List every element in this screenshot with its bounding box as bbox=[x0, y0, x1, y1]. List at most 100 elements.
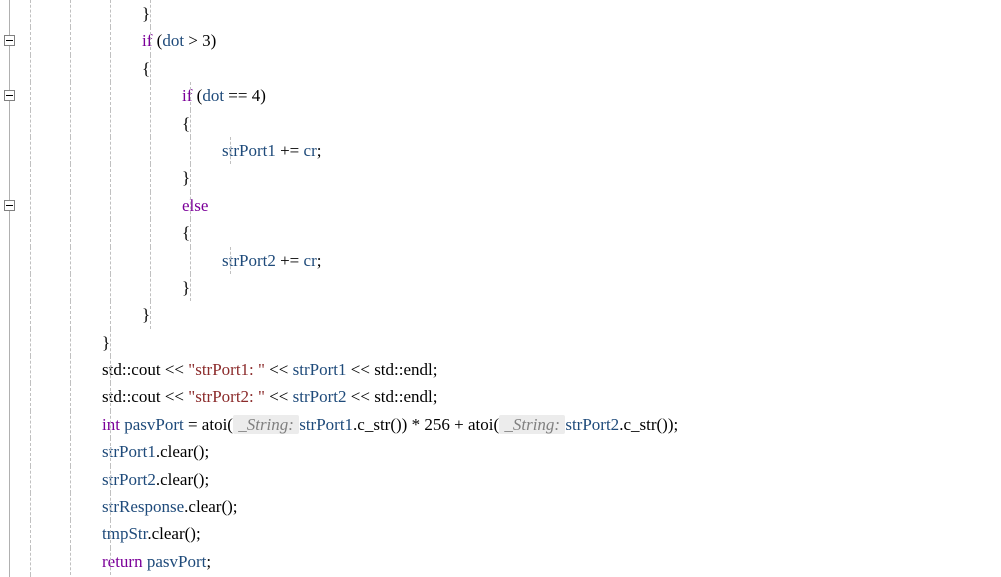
indent-guide bbox=[110, 137, 111, 164]
indent-guide bbox=[30, 247, 31, 274]
code-line[interactable]: tmpStr.clear(); bbox=[22, 520, 1001, 547]
code-line[interactable]: if (dot > 3) bbox=[22, 27, 1001, 54]
code-token: dot bbox=[162, 31, 184, 50]
code-token: << bbox=[165, 360, 184, 379]
code-token: endl bbox=[403, 360, 432, 379]
indent-guide bbox=[30, 192, 31, 219]
indent-guide bbox=[70, 27, 71, 54]
code-line[interactable]: } bbox=[22, 0, 1001, 27]
code-token: ; bbox=[433, 360, 438, 379]
code-line[interactable]: strPort1 += cr; bbox=[22, 137, 1001, 164]
indent-guide bbox=[150, 27, 151, 54]
indent-guide bbox=[70, 411, 71, 438]
indent-guide bbox=[30, 383, 31, 410]
code-token: ; bbox=[204, 470, 209, 489]
code-area[interactable]: } if (dot > 3) { if (dot == 4) { strPort1 += … bbox=[22, 0, 1001, 577]
indent-guide bbox=[110, 274, 111, 301]
indent-guide bbox=[30, 493, 31, 520]
indent-guide bbox=[190, 164, 191, 191]
indent-guide bbox=[110, 301, 111, 328]
indent-guide bbox=[30, 219, 31, 246]
indent-guide bbox=[110, 164, 111, 191]
indent-guide bbox=[70, 164, 71, 191]
indent-guide bbox=[30, 411, 31, 438]
code-line[interactable]: { bbox=[22, 55, 1001, 82]
code-token: << bbox=[351, 360, 370, 379]
code-token: = bbox=[188, 415, 198, 434]
indent-guide bbox=[30, 329, 31, 356]
code-token: cout bbox=[131, 387, 160, 406]
fold-toggle-collapse-icon[interactable] bbox=[4, 90, 15, 101]
code-line[interactable]: { bbox=[22, 110, 1001, 137]
fold-end-icon bbox=[9, 571, 17, 577]
indent-guide bbox=[110, 82, 111, 109]
indent-guide bbox=[30, 27, 31, 54]
code-line[interactable]: strResponse.clear(); bbox=[22, 493, 1001, 520]
code-line[interactable]: if (dot == 4) bbox=[22, 82, 1001, 109]
code-token: { bbox=[182, 223, 190, 242]
code-token: else bbox=[182, 196, 208, 215]
indent-guide bbox=[30, 0, 31, 27]
indent-guide bbox=[110, 219, 111, 246]
code-token: } bbox=[182, 278, 190, 297]
code-editor[interactable]: } if (dot > 3) { if (dot == 4) { strPort1 += … bbox=[0, 0, 1001, 577]
indent-guide bbox=[150, 0, 151, 27]
code-token: std bbox=[102, 360, 122, 379]
indent-guide bbox=[70, 356, 71, 383]
code-token: c_str bbox=[623, 415, 656, 434]
code-line[interactable]: return pasvPort; bbox=[22, 548, 1001, 575]
code-line[interactable]: } bbox=[22, 329, 1001, 356]
code-token: clear bbox=[160, 442, 193, 461]
indent-guide bbox=[70, 383, 71, 410]
indent-guide bbox=[110, 27, 111, 54]
indent-guide bbox=[70, 82, 71, 109]
code-line[interactable]: strPort1.clear(); bbox=[22, 438, 1001, 465]
code-line[interactable]: else bbox=[22, 192, 1001, 219]
code-token: { bbox=[142, 59, 150, 78]
indent-guide bbox=[70, 548, 71, 575]
code-token: 4 bbox=[252, 86, 261, 105]
inlay-hint: _String: bbox=[233, 415, 299, 434]
code-line[interactable]: } bbox=[22, 164, 1001, 191]
code-line[interactable]: { bbox=[22, 219, 1001, 246]
code-line[interactable]: int pasvPort = atoi( _String: strPort1.c… bbox=[22, 411, 1001, 438]
code-token: + bbox=[454, 415, 464, 434]
indent-guide bbox=[110, 466, 111, 493]
code-token: ) bbox=[260, 86, 266, 105]
code-token: () bbox=[390, 415, 401, 434]
code-token: :: bbox=[122, 387, 131, 406]
code-token: == bbox=[228, 86, 247, 105]
code-token: () bbox=[193, 442, 204, 461]
code-line[interactable]: std::cout << "strPort2: " << strPort2 <<… bbox=[22, 383, 1001, 410]
code-line[interactable]: std::cout << "strPort1: " << strPort1 <<… bbox=[22, 356, 1001, 383]
code-token: :: bbox=[122, 360, 131, 379]
code-token: << bbox=[269, 387, 288, 406]
indent-guide bbox=[110, 0, 111, 27]
code-token: strPort1 bbox=[293, 360, 347, 379]
code-token: { bbox=[182, 114, 190, 133]
indent-guide bbox=[150, 110, 151, 137]
fold-toggle-collapse-icon[interactable] bbox=[4, 200, 15, 211]
code-token: } bbox=[142, 305, 150, 324]
code-line[interactable]: } bbox=[22, 274, 1001, 301]
fold-toggle-collapse-icon[interactable] bbox=[4, 35, 15, 46]
code-line[interactable]: } bbox=[22, 301, 1001, 328]
code-line[interactable]: strPort2 += cr; bbox=[22, 247, 1001, 274]
indent-guide bbox=[150, 164, 151, 191]
code-token: } bbox=[142, 4, 150, 23]
indent-guide bbox=[70, 301, 71, 328]
indent-guide bbox=[150, 192, 151, 219]
indent-guide bbox=[30, 356, 31, 383]
indent-guide bbox=[30, 164, 31, 191]
indent-guide bbox=[110, 520, 111, 547]
code-token: } bbox=[182, 168, 190, 187]
code-token: clear bbox=[160, 470, 193, 489]
indent-guide bbox=[110, 383, 111, 410]
indent-guide bbox=[230, 247, 231, 274]
code-token: ; bbox=[317, 141, 322, 160]
code-token: ; bbox=[204, 442, 209, 461]
code-line[interactable]: strPort2.clear(); bbox=[22, 466, 1001, 493]
indent-guide bbox=[110, 247, 111, 274]
code-token: clear bbox=[152, 524, 185, 543]
indent-guide bbox=[110, 110, 111, 137]
